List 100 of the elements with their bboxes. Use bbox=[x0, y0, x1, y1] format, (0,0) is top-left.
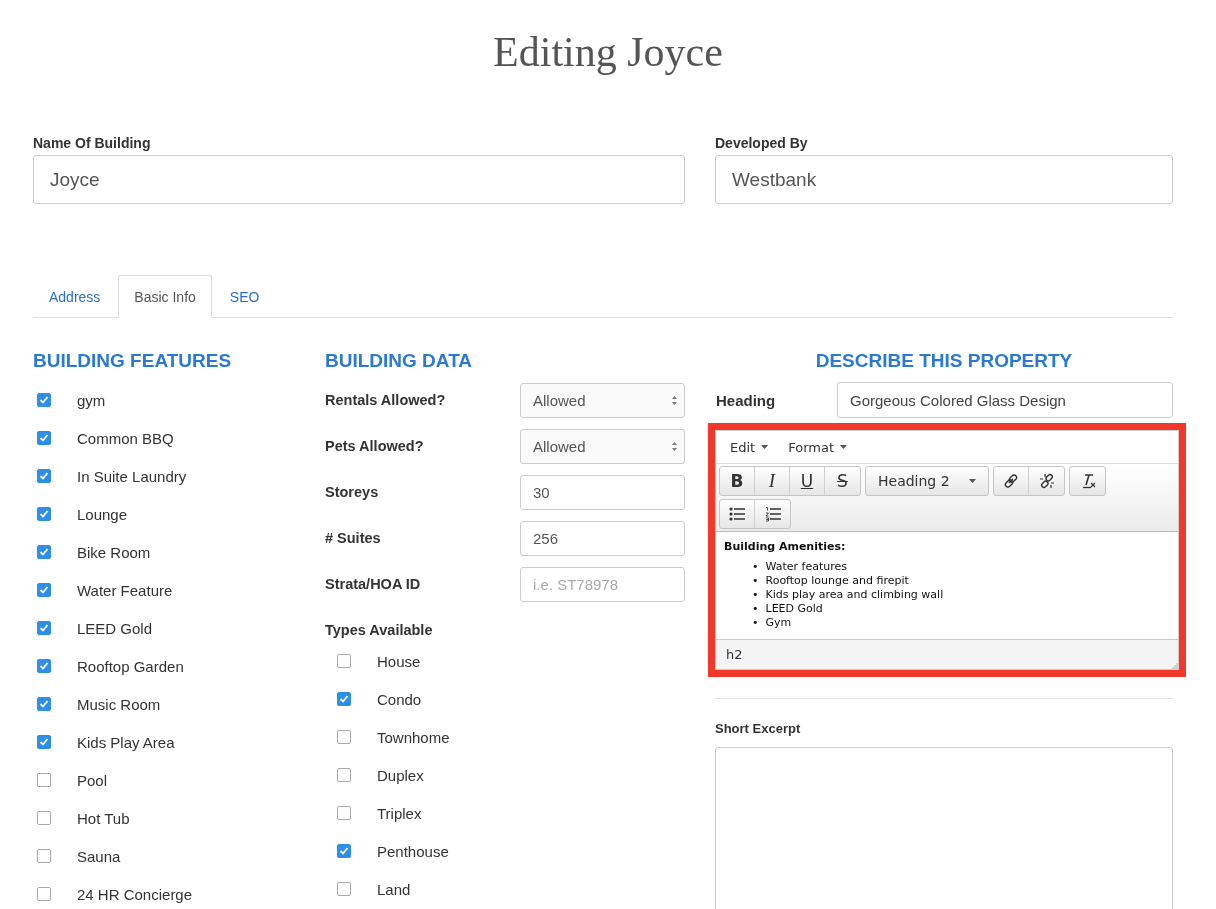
checkbox-label: Rooftop Garden bbox=[77, 657, 184, 675]
checkbox[interactable] bbox=[37, 773, 51, 787]
check-icon bbox=[39, 395, 49, 405]
bold-button[interactable]: B bbox=[720, 467, 755, 495]
check-icon bbox=[39, 433, 49, 443]
page-title: Editing Joyce bbox=[492, 28, 724, 77]
checkbox-label: Lounge bbox=[77, 505, 128, 523]
checkbox[interactable] bbox=[337, 730, 351, 744]
field-label: Strata/HOA ID bbox=[325, 576, 422, 592]
section-heading: BUILDING FEATURES bbox=[33, 349, 233, 373]
select-field[interactable]: Allowed bbox=[520, 428, 685, 464]
check-icon bbox=[339, 846, 349, 856]
list-item: Rooftop lounge and firepit bbox=[765, 574, 909, 588]
checkbox-label: Music Room bbox=[77, 695, 161, 713]
text-field[interactable]: 256 bbox=[520, 520, 685, 556]
checkbox[interactable] bbox=[337, 768, 351, 782]
field-label: Rentals Allowed? bbox=[325, 392, 447, 408]
checkbox[interactable] bbox=[337, 692, 351, 706]
menu-button[interactable]: Edit bbox=[720, 439, 779, 455]
content-heading: Building Amenities: bbox=[724, 540, 847, 554]
check-icon bbox=[39, 585, 49, 595]
check-icon bbox=[39, 547, 49, 557]
list-bullet: • bbox=[752, 560, 759, 574]
checkbox[interactable] bbox=[37, 583, 51, 597]
link-icon bbox=[1003, 473, 1019, 489]
checkbox[interactable] bbox=[37, 659, 51, 673]
list-item: Kids play area and climbing wall bbox=[765, 588, 944, 602]
check-icon bbox=[39, 623, 49, 633]
checkbox[interactable] bbox=[37, 545, 51, 559]
checkbox-label: LEED Gold bbox=[77, 619, 153, 637]
list-bullet: • bbox=[752, 602, 759, 616]
checkbox-label: Duplex bbox=[377, 766, 424, 784]
numbered-list-icon bbox=[764, 506, 781, 522]
caret-icon bbox=[761, 445, 769, 449]
format-dropdown[interactable]: Heading 2 bbox=[866, 467, 988, 495]
checkbox-label: 24 HR Concierge bbox=[77, 885, 193, 903]
italic-button[interactable]: I bbox=[755, 467, 790, 495]
checkbox-label: In Suite Laundry bbox=[77, 467, 187, 485]
caret-icon bbox=[840, 445, 847, 449]
checkbox-label: Triplex bbox=[377, 804, 422, 822]
check-icon bbox=[39, 661, 49, 671]
element-path: h2 bbox=[725, 647, 743, 664]
checkbox-label: Townhome bbox=[377, 728, 450, 746]
checkbox[interactable] bbox=[37, 621, 51, 635]
checkbox[interactable] bbox=[37, 849, 51, 863]
checkbox[interactable] bbox=[337, 806, 351, 820]
resize-grip-icon[interactable] bbox=[1172, 663, 1178, 669]
checkbox[interactable] bbox=[337, 882, 351, 896]
checkbox-label: Sauna bbox=[77, 847, 121, 865]
checkbox[interactable] bbox=[37, 469, 51, 483]
field-label: Short Excerpt bbox=[715, 720, 802, 738]
list-bullet: • bbox=[752, 616, 759, 630]
text-field[interactable]: 30 bbox=[520, 474, 685, 510]
checkbox[interactable] bbox=[37, 735, 51, 749]
checkbox[interactable] bbox=[337, 654, 351, 668]
underline-button[interactable]: U bbox=[790, 467, 825, 495]
menu-button[interactable]: Format bbox=[778, 439, 857, 455]
list-item: LEED Gold bbox=[765, 602, 823, 616]
select-field[interactable]: Allowed bbox=[520, 382, 685, 418]
checkbox-label: House bbox=[377, 652, 421, 670]
text-field[interactable]: Joyce bbox=[33, 155, 685, 204]
checkbox-label: Pool bbox=[77, 771, 108, 789]
tab[interactable]: Basic Info bbox=[118, 275, 212, 318]
check-icon bbox=[39, 699, 49, 709]
checkbox[interactable] bbox=[37, 811, 51, 825]
field-label: Heading bbox=[715, 391, 777, 409]
checkbox-label: Penthouse bbox=[377, 842, 449, 860]
check-icon bbox=[339, 694, 349, 704]
strikethrough-button[interactable]: S bbox=[825, 467, 860, 495]
checkbox-label: Water Feature bbox=[77, 581, 173, 599]
section-heading: DESCRIBE THIS PROPERTY bbox=[814, 349, 1074, 373]
checkbox-label: Condo bbox=[377, 690, 422, 708]
text-field[interactable]: i.e. ST78978 bbox=[520, 566, 685, 602]
check-icon bbox=[39, 509, 49, 519]
list-item: Gym bbox=[765, 616, 792, 630]
checkbox[interactable] bbox=[37, 697, 51, 711]
checkbox[interactable] bbox=[37, 431, 51, 445]
list-bullet: • bbox=[752, 588, 759, 602]
checkbox-label: Kids Play Area bbox=[77, 733, 175, 751]
checkbox-label: Bike Room bbox=[77, 543, 151, 561]
field-label: Storeys bbox=[325, 484, 380, 500]
sort-arrows-icon bbox=[671, 394, 678, 406]
group-label: Types Available bbox=[325, 621, 434, 640]
bullet-list-icon bbox=[729, 506, 745, 522]
checkbox-label: Hot Tub bbox=[77, 809, 130, 827]
checkbox[interactable] bbox=[37, 507, 51, 521]
tab[interactable]: SEO bbox=[213, 275, 276, 318]
field-label: Name Of Building bbox=[33, 134, 152, 153]
unlink-icon bbox=[1038, 473, 1055, 489]
field-label: Developed By bbox=[715, 134, 809, 153]
field-label: Pets Allowed? bbox=[325, 438, 425, 454]
caret-icon bbox=[969, 479, 976, 483]
checkbox[interactable] bbox=[37, 393, 51, 407]
check-icon bbox=[39, 471, 49, 481]
checkbox[interactable] bbox=[37, 887, 51, 901]
text-field[interactable]: Gorgeous Colored Glass Design bbox=[837, 382, 1173, 418]
checkbox-label: Land bbox=[377, 880, 411, 898]
tab[interactable]: Address bbox=[33, 275, 117, 318]
checkbox[interactable] bbox=[337, 844, 351, 858]
text-field[interactable]: Westbank bbox=[715, 155, 1173, 204]
